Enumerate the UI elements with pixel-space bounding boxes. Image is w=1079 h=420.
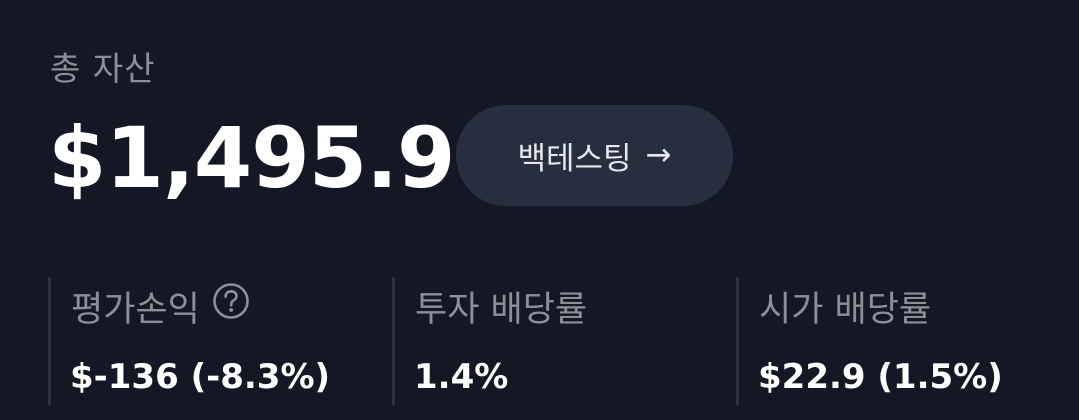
backtesting-button-label: 백테스팅: [517, 141, 632, 177]
stat-market-dividend-yield-value: $22.9 (1.5%): [758, 357, 1003, 397]
stat-market-dividend-yield: 시가 배당률 $22.9 (1.5%): [736, 277, 1069, 405]
backtesting-button[interactable]: 백테스팅 →: [456, 105, 733, 206]
stat-unrealized-pnl: 평가손익 $-136 (-8.3%): [48, 277, 381, 405]
stats-row: 평가손익 $-136 (-8.3%) 투자 배당률 1.4% 시가 배당률 $2…: [0, 277, 1079, 407]
total-assets-label: 총 자산: [50, 49, 156, 88]
stat-unrealized-pnl-value: $-136 (-8.3%): [70, 357, 331, 397]
stat-investment-dividend-yield: 투자 배당률 1.4%: [392, 277, 725, 405]
stat-investment-dividend-yield-value: 1.4%: [414, 357, 509, 397]
total-assets-value: $1,495.9: [48, 109, 456, 207]
stat-market-dividend-yield-label: 시가 배당률: [759, 290, 932, 330]
stat-investment-dividend-yield-label: 투자 배당률: [415, 290, 588, 330]
question-circle-icon[interactable]: [212, 282, 250, 320]
asset-summary-panel: 총 자산 $1,495.9 백테스팅 → 평가손익 $-136 (-8.3%) …: [0, 0, 1079, 420]
arrow-right-icon: →: [645, 137, 672, 173]
stat-unrealized-pnl-label: 평가손익: [71, 290, 200, 330]
